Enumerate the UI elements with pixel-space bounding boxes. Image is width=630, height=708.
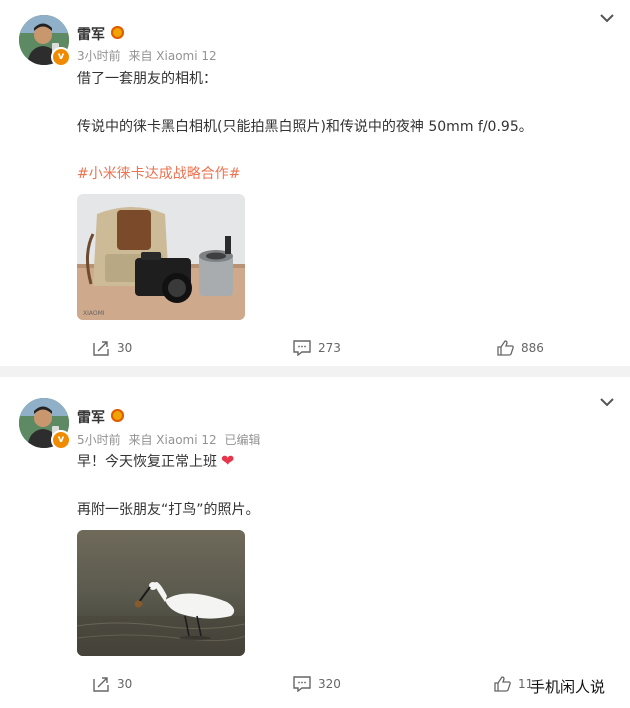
egret-photo — [77, 530, 245, 656]
post-time[interactable]: 3小时前 — [77, 49, 121, 63]
post-source: 来自 Xiaomi 12 — [128, 49, 217, 63]
username[interactable]: 雷军 — [77, 24, 105, 44]
thumbs-up-icon — [497, 340, 514, 356]
verified-badge-icon: v — [51, 47, 71, 67]
chevron-down-icon[interactable] — [598, 12, 616, 24]
post-text-line: 传说中的徕卡黑白相机(只能拍黑白照片)和传说中的夜神 50mm f/0.95。 — [77, 119, 533, 135]
comment-count: 320 — [318, 677, 341, 691]
post-photo[interactable]: XIAOMI — [77, 194, 245, 320]
vip-badge-icon[interactable] — [111, 409, 124, 422]
photo-watermark: XIAOMI — [83, 310, 105, 317]
post-time[interactable]: 5小时前 — [77, 433, 121, 447]
username[interactable]: 雷军 — [77, 407, 105, 427]
source-watermark: 手机闲人说 — [530, 678, 606, 696]
weibo-post-card: v 雷军 3小时前 来自 Xiaomi 12 借了一套朋友的相机： 传说中的徕卡… — [0, 0, 630, 366]
topic-link[interactable]: #小米徕卡达成战略合作# — [77, 163, 240, 183]
comment-count: 273 — [318, 341, 341, 355]
repost-count: 30 — [117, 341, 133, 355]
heart-icon: ❤ — [221, 451, 235, 470]
post-text-line: 再附一张朋友“打鸟”的照片。 — [77, 502, 260, 518]
chevron-down-icon[interactable] — [598, 396, 616, 408]
weibo-post-card: v 雷军 5小时前 来自 Xiaomi 12 已编辑 早！今天恢复正常上班 ❤ 再… — [0, 377, 630, 708]
post-photo[interactable] — [77, 530, 245, 656]
like-count: 886 — [521, 341, 544, 355]
repost-button[interactable]: 30 — [92, 676, 132, 692]
post-text-line: 早！今天恢复正常上班 ❤ — [77, 451, 234, 471]
thumbs-up-icon — [494, 676, 511, 692]
like-button[interactable]: 886 — [497, 340, 544, 356]
vip-badge-icon[interactable] — [111, 26, 124, 39]
comment-icon — [293, 340, 311, 356]
repost-icon — [93, 677, 109, 692]
post-text-line: 借了一套朋友的相机： — [77, 71, 217, 87]
post-text: 早！今天恢复正常上班 — [77, 454, 217, 470]
comment-icon — [293, 676, 311, 692]
repost-count: 30 — [117, 677, 133, 691]
comment-button[interactable]: 273 — [293, 340, 341, 356]
repost-button[interactable]: 30 — [92, 340, 132, 356]
edited-label[interactable]: 已编辑 — [224, 433, 260, 447]
camera-bag-photo: XIAOMI — [77, 194, 245, 320]
verified-badge-icon: v — [51, 430, 71, 450]
repost-icon — [93, 341, 109, 356]
comment-button[interactable]: 320 — [293, 676, 341, 692]
like-button[interactable]: 11 — [494, 676, 533, 692]
post-meta: 3小时前 来自 Xiaomi 12 — [77, 47, 221, 64]
post-meta: 5小时前 来自 Xiaomi 12 已编辑 — [77, 431, 265, 448]
post-source: 来自 Xiaomi 12 — [128, 433, 217, 447]
